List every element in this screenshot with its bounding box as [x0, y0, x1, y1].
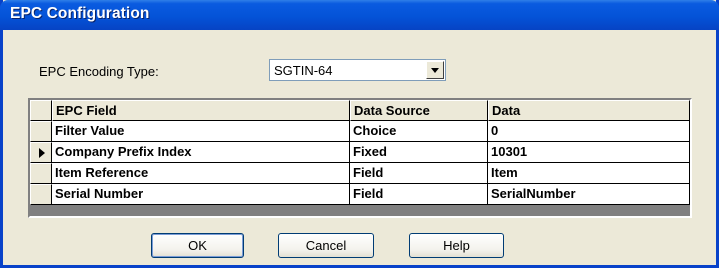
- row-selector[interactable]: [30, 184, 52, 205]
- encoding-type-label: EPC Encoding Type:: [39, 64, 159, 79]
- cell-data[interactable]: SerialNumber: [488, 184, 690, 205]
- column-header-data[interactable]: Data: [488, 100, 690, 121]
- cell-epc-field[interactable]: Company Prefix Index: [52, 142, 350, 163]
- table-row[interactable]: Company Prefix Index Fixed 10301: [30, 142, 690, 164]
- table-row[interactable]: Filter Value Choice 0: [30, 121, 690, 143]
- encoding-type-select[interactable]: SGTIN-64: [269, 59, 446, 81]
- chevron-down-icon: [431, 68, 439, 73]
- cell-data-source[interactable]: Fixed: [350, 142, 488, 163]
- column-header-epc-field[interactable]: EPC Field: [52, 100, 350, 121]
- cell-data-source[interactable]: Field: [350, 184, 488, 205]
- cell-data[interactable]: Item: [488, 163, 690, 184]
- cell-data-source[interactable]: Choice: [350, 121, 488, 142]
- column-header-data-source[interactable]: Data Source: [350, 100, 488, 121]
- title-bar[interactable]: EPC Configuration: [0, 0, 719, 30]
- cell-data[interactable]: 0: [488, 121, 690, 142]
- cell-data[interactable]: 10301: [488, 142, 690, 163]
- cell-epc-field[interactable]: Filter Value: [52, 121, 350, 142]
- help-button[interactable]: Help: [409, 233, 504, 258]
- table-row[interactable]: Item Reference Field Item: [30, 163, 690, 185]
- row-pointer-icon: [39, 148, 45, 158]
- window-title: EPC Configuration: [10, 5, 150, 22]
- header-corner: [30, 100, 52, 121]
- encoding-type-value: SGTIN-64: [274, 63, 333, 78]
- row-selector[interactable]: [30, 163, 52, 184]
- grid-header-row: EPC Field Data Source Data: [30, 100, 690, 122]
- epc-field-grid[interactable]: EPC Field Data Source Data Filter Value …: [28, 98, 692, 218]
- cell-data-source[interactable]: Field: [350, 163, 488, 184]
- table-row[interactable]: Serial Number Field SerialNumber: [30, 184, 690, 206]
- row-selector[interactable]: [30, 121, 52, 142]
- cell-epc-field[interactable]: Serial Number: [52, 184, 350, 205]
- epc-configuration-dialog: EPC Configuration EPC Encoding Type: SGT…: [0, 0, 719, 268]
- row-selector[interactable]: [30, 142, 52, 163]
- encoding-type-dropdown-button[interactable]: [426, 61, 444, 79]
- ok-button[interactable]: OK: [151, 233, 244, 258]
- cancel-button[interactable]: Cancel: [278, 233, 374, 258]
- cell-epc-field[interactable]: Item Reference: [52, 163, 350, 184]
